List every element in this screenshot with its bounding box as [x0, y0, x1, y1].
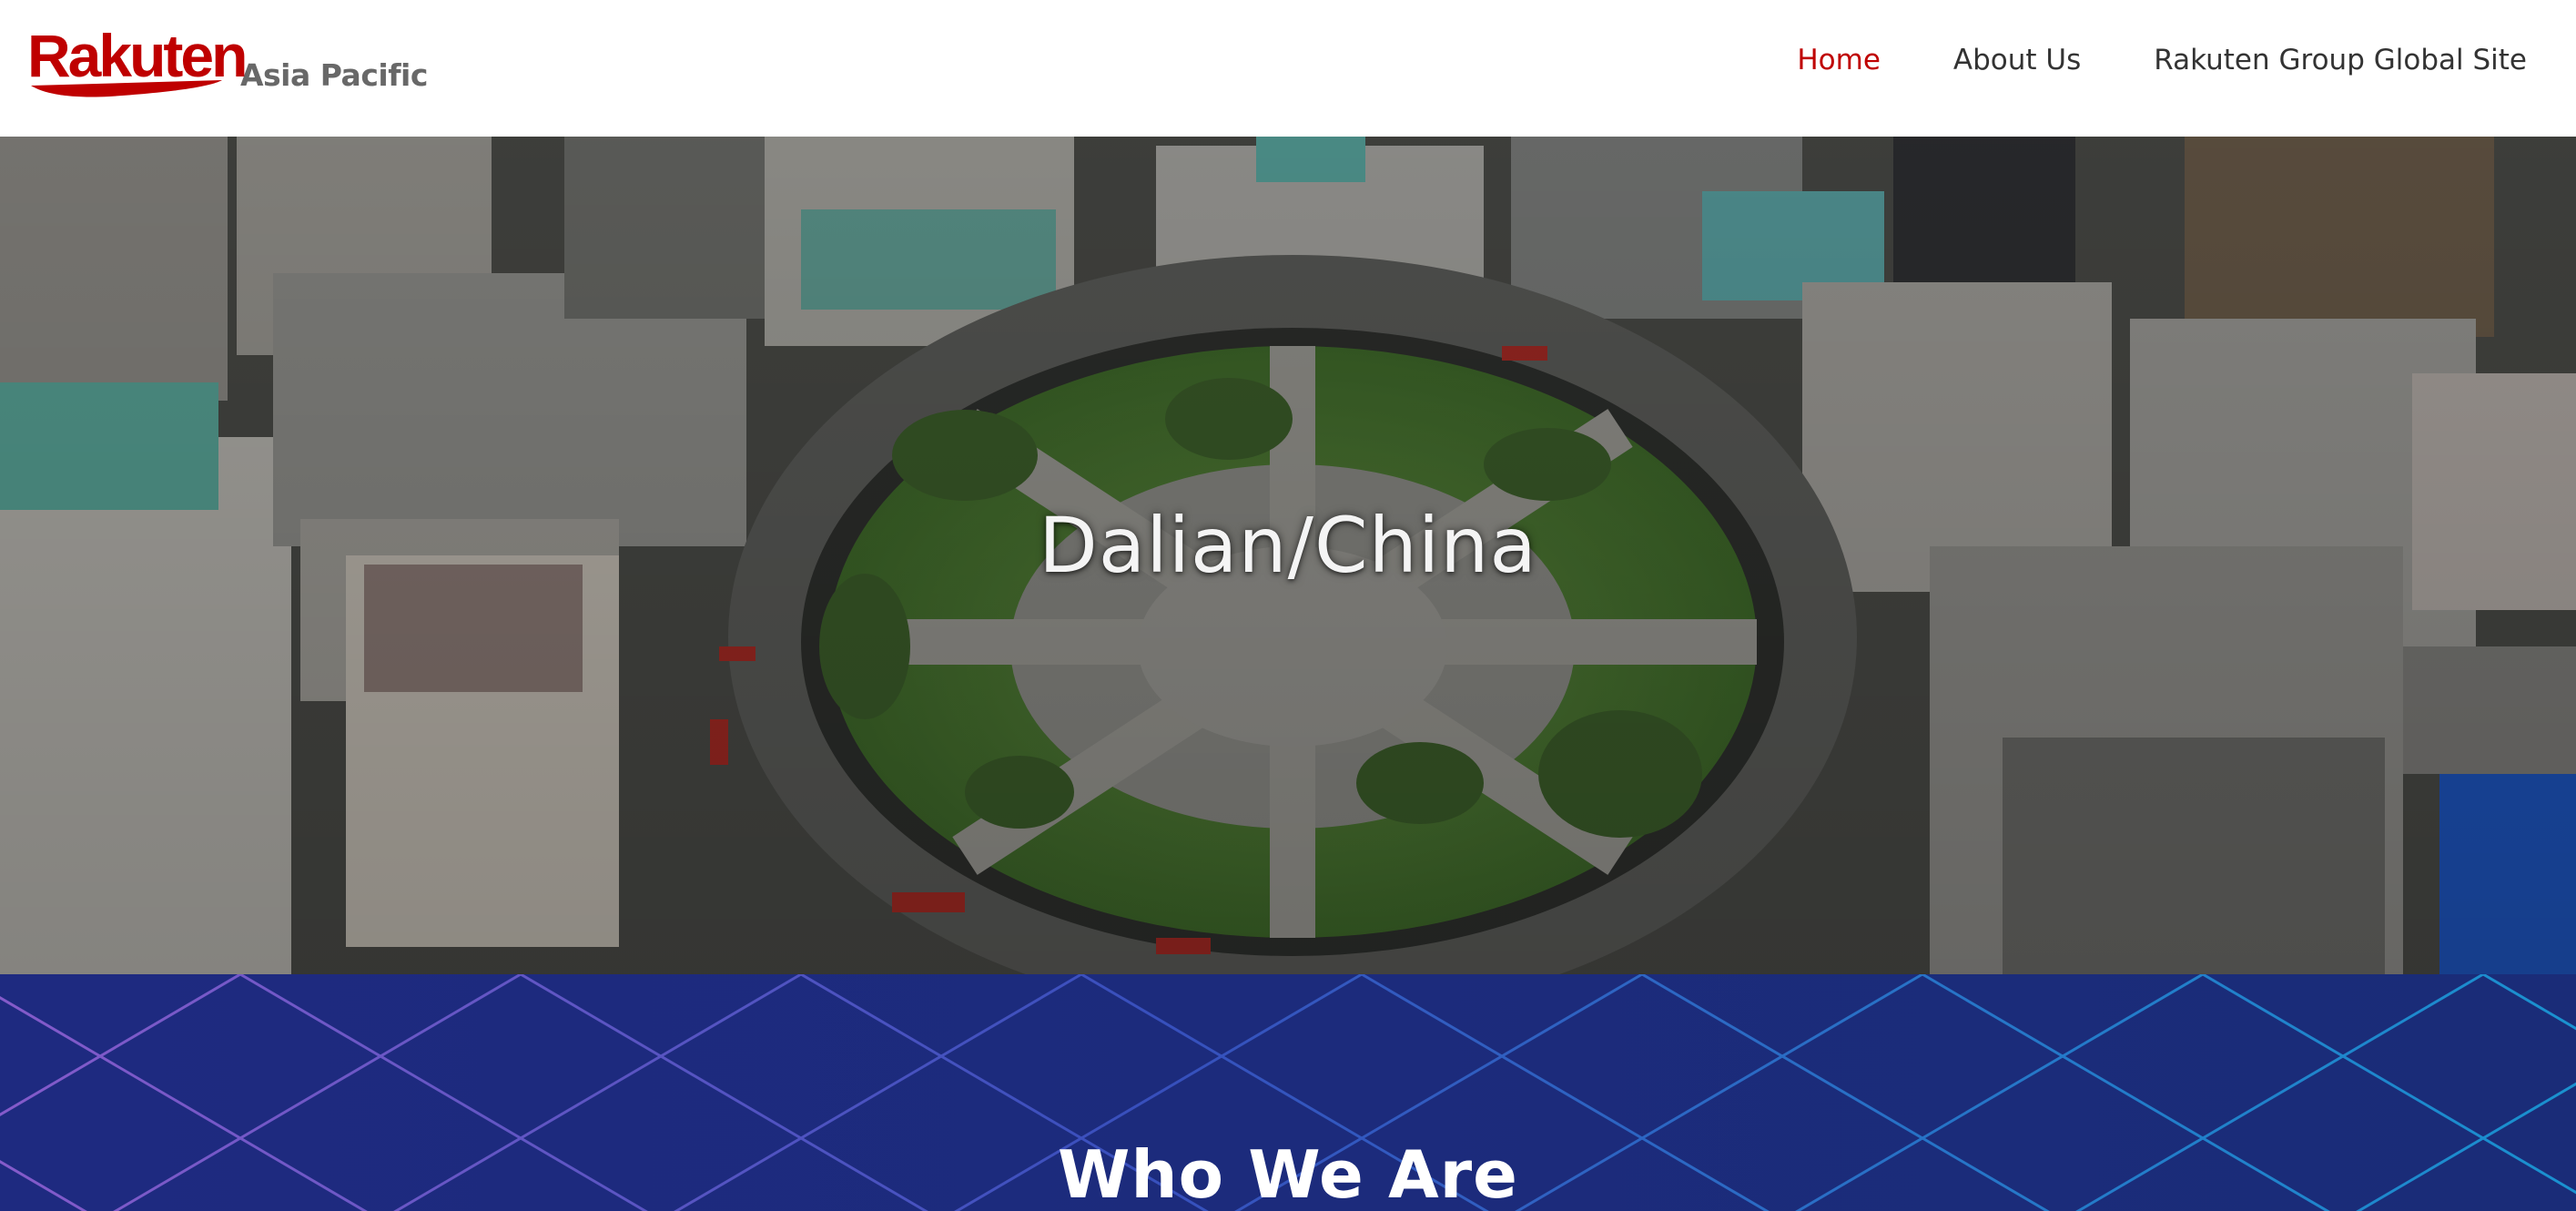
who-we-are-section: Who We Are [0, 974, 2576, 1211]
site-header: Rakuten Asia Pacific Home About Us Rakut… [0, 0, 2576, 137]
rakuten-logo: Rakuten [27, 25, 248, 98]
hero-location-title: Dalian/China [1039, 501, 1537, 590]
who-we-are-heading: Who We Are [1057, 1136, 1519, 1211]
rakuten-asia-pacific-logo[interactable]: Rakuten Asia Pacific [27, 25, 428, 98]
nav-link-about-us[interactable]: About Us [1953, 40, 2081, 80]
hero-banner: Dalian/China [0, 137, 2576, 974]
logo-swoosh-icon [31, 80, 222, 97]
logo-suffix: Asia Pacific [240, 57, 428, 93]
main-nav: Home About Us Rakuten Group Global Site [1724, 40, 2527, 80]
nav-link-home[interactable]: Home [1797, 40, 1881, 80]
nav-link-rakuten-group-global-site[interactable]: Rakuten Group Global Site [2154, 40, 2527, 80]
